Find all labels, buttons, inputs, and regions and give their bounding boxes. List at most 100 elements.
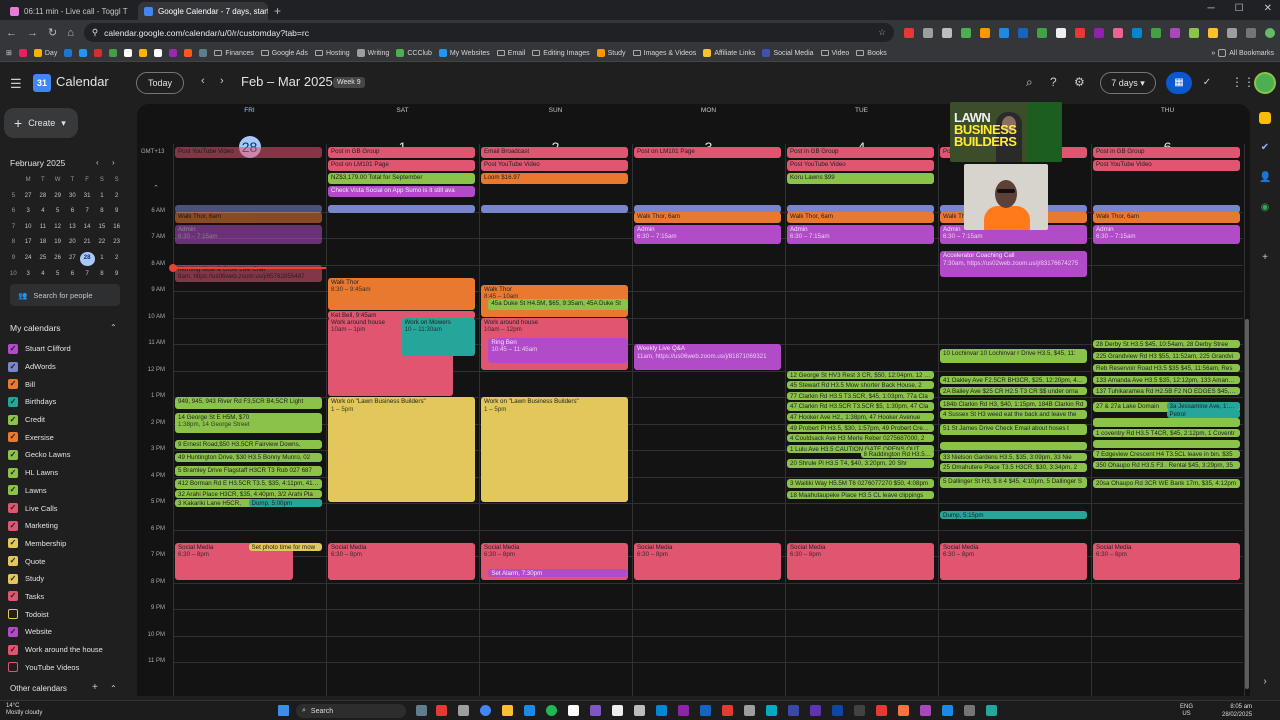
calendar-event[interactable]: 4 Couldsack Ave H3 Merle Reber 027568700…	[787, 434, 934, 443]
calendar-event[interactable]: Dump, 5:00pm	[248, 499, 322, 508]
mini-day[interactable]: 28	[79, 251, 95, 266]
calendar-event[interactable]: 350 Ohaupo Rd H3.5 F3 . Rental $45, 3:29…	[1093, 460, 1240, 469]
calendar-event[interactable]: 18 Maahutaupeke Place H3.5 CL leave clip…	[787, 491, 934, 500]
maps-icon[interactable]: ◉	[1259, 202, 1271, 214]
bookmark-icon[interactable]	[18, 49, 27, 57]
calendar-event[interactable]: Social Media 6:30 – 8pm	[940, 542, 1087, 581]
taskbar-app-icon[interactable]	[568, 705, 579, 716]
calendar-event[interactable]: 45a Duke St H4.5M, $65, 9:35am, 45A Duke…	[488, 299, 628, 310]
mini-day[interactable]: 1	[95, 252, 110, 266]
checkbox-icon[interactable]: ✓	[8, 432, 18, 443]
add-calendar-icon[interactable]: +	[92, 682, 98, 693]
calendar-event[interactable]: Ring Ben 10:45 – 11:45am	[488, 337, 628, 363]
taskbar-app-icon[interactable]	[744, 705, 755, 716]
calendar-event[interactable]	[1093, 418, 1240, 427]
bookmark-ccclub[interactable]: CCClub	[396, 49, 432, 57]
collapse-allday-icon[interactable]: ⌃	[153, 184, 159, 192]
mini-week-number[interactable]: 5	[6, 190, 21, 204]
calendar-event[interactable]: Set photo time for mow	[248, 542, 322, 552]
calendar-event[interactable]: 137 Tuhikaramea Rd H2.5B F2 NO EDGES $45…	[1093, 386, 1240, 395]
spotify-icon[interactable]	[546, 705, 557, 716]
taskbar-app-icon[interactable]	[920, 705, 931, 716]
extension-icon[interactable]	[1074, 27, 1085, 38]
calendar-event[interactable]: 12 George St HV3 Rest 3 CR, $50, 12:04pm…	[787, 370, 934, 379]
all-bookmarks-button[interactable]: » All Bookmarks	[1211, 49, 1274, 57]
taskbar-app-icon[interactable]	[832, 705, 843, 716]
checkbox-icon[interactable]: ✓	[8, 414, 18, 425]
mini-prev-icon[interactable]: ‹	[96, 158, 99, 167]
keep-icon[interactable]	[1259, 112, 1271, 124]
mini-next-icon[interactable]: ›	[112, 158, 115, 167]
bookmark-icon[interactable]	[124, 49, 133, 57]
calendar-event[interactable]: Work on "Lawn Business Builders" 1 – 5pm	[481, 397, 628, 503]
bookmark-study[interactable]: Study	[596, 49, 626, 57]
bookmark-folder-hosting[interactable]: Hosting	[314, 50, 350, 57]
mini-day[interactable]: 16	[109, 221, 124, 235]
mini-day[interactable]: 22	[95, 236, 110, 250]
calendar-event[interactable]: Social Media 6:30 – 8pm	[1093, 542, 1240, 581]
bookmark-icon[interactable]	[79, 49, 88, 57]
extension-icon[interactable]	[1188, 27, 1199, 38]
bookmark-folder-editing-images[interactable]: Editing Images	[532, 50, 590, 57]
download-icon[interactable]	[1245, 27, 1256, 38]
allday-event[interactable]: Post YouTube Video	[1093, 160, 1240, 171]
calendar-event[interactable]: Walk Thor, 6am	[787, 211, 934, 223]
extension-icon[interactable]	[1017, 27, 1028, 38]
bookmark-icon[interactable]	[109, 49, 118, 57]
calendar-event[interactable]: 949, 945, 943 River Rd F3,5CR B4,5CR Lig…	[175, 397, 322, 410]
allday-event[interactable]: Post in GB Group	[328, 147, 475, 158]
checkbox-icon[interactable]: ✓	[8, 485, 18, 496]
checkbox-icon[interactable]: ✓	[8, 520, 18, 531]
calendar-event[interactable]: Social Media 6:30 – 8pm	[328, 542, 475, 581]
bookmark-affiliate-links[interactable]: Affiliate Links	[703, 49, 755, 57]
chevron-up-icon[interactable]: ⌃	[110, 684, 117, 693]
mini-day[interactable]: 29	[50, 190, 65, 204]
extension-icon[interactable]	[1093, 27, 1104, 38]
calendar-event[interactable]: Accelerator Coaching Call 7:30am, https:/…	[940, 251, 1087, 277]
mini-day[interactable]: 12	[50, 221, 65, 235]
apps-grid-icon[interactable]: ⊞	[6, 49, 12, 57]
calendar-event[interactable]: 49 Huntington Drive, $30 H3.5 Bonny Munr…	[175, 452, 322, 463]
close-window-icon[interactable]: ✕	[1264, 3, 1272, 14]
new-tab-button[interactable]: +	[274, 2, 281, 20]
bookmark-folder-finances[interactable]: Finances	[214, 50, 254, 57]
calendar-event[interactable]: 225 Grandview Rd H3 $55, 11:52am, 225 Gr…	[1093, 352, 1240, 361]
taskbar-app-icon[interactable]	[942, 705, 953, 716]
extension-icon[interactable]	[1131, 27, 1142, 38]
calendar-toggle-item[interactable]: ✓ Tasks	[8, 588, 103, 606]
calendar-event[interactable]: 51 St James Drive Check Email about hose…	[940, 423, 1087, 435]
mini-day[interactable]: 3	[21, 205, 36, 219]
calendar-event[interactable]: Work on Mowers 10 – 11:30am	[401, 317, 475, 357]
checkbox-icon[interactable]: ✓	[8, 573, 18, 584]
mini-day[interactable]: 7	[80, 205, 95, 219]
bookmark-writing[interactable]: Writing	[356, 49, 389, 57]
calendar-event[interactable]: 33 Nielson Gardens H3.5, $35, 3:09pm, 33…	[940, 452, 1087, 462]
help-icon[interactable]: ?	[1050, 75, 1057, 89]
mini-day[interactable]: 20	[65, 236, 80, 250]
allday-event[interactable]: Post in GB Group	[1093, 147, 1240, 158]
calendar-event[interactable]	[940, 442, 1087, 451]
calendar-event[interactable]: 32 Arahi Place H3CR, $35, 4:40pm, 3/2 Ar…	[175, 489, 322, 499]
calendar-event[interactable]: Walk Thor, 6am	[175, 211, 322, 223]
add-addon-icon[interactable]: +	[1259, 252, 1271, 264]
extension-icon[interactable]	[922, 27, 933, 38]
calendar-event[interactable]: 20sa Ohaupo Rd 3CR WE Bank 17m, $35, 4:1…	[1093, 479, 1240, 488]
start-windows-icon[interactable]	[278, 705, 289, 716]
calendar-event[interactable]: 2A Bailey Ave $25 CR H2.5 T3 CR $$ under…	[940, 386, 1087, 395]
checkbox-icon[interactable]: ✓	[8, 361, 18, 372]
mini-day[interactable]: 18	[36, 236, 51, 250]
site-info-icon[interactable]: ⚲	[92, 27, 98, 38]
mini-week-number[interactable]: 8	[6, 236, 21, 250]
calendar-event[interactable]: Admin 6:30 – 7:15am	[787, 224, 934, 244]
checkbox-icon[interactable]: ✓	[8, 538, 18, 549]
profile-avatar[interactable]	[1264, 27, 1275, 38]
mini-day[interactable]: 4	[36, 268, 51, 282]
account-avatar[interactable]	[1254, 72, 1276, 94]
extension-icon[interactable]	[979, 27, 990, 38]
calendar-event[interactable]: 45 Stewart Rd H3.5 Mow shorter Back Hous…	[787, 381, 934, 390]
allday-event[interactable]: Loom $16.97	[481, 173, 628, 184]
next-period-icon[interactable]: ›	[220, 75, 224, 87]
calendar-toggle-item[interactable]: ✓ Quote	[8, 552, 103, 570]
mini-day[interactable]: 2	[109, 252, 124, 266]
calendar-event[interactable]: Set Alarm, 7:30pm	[488, 569, 628, 578]
